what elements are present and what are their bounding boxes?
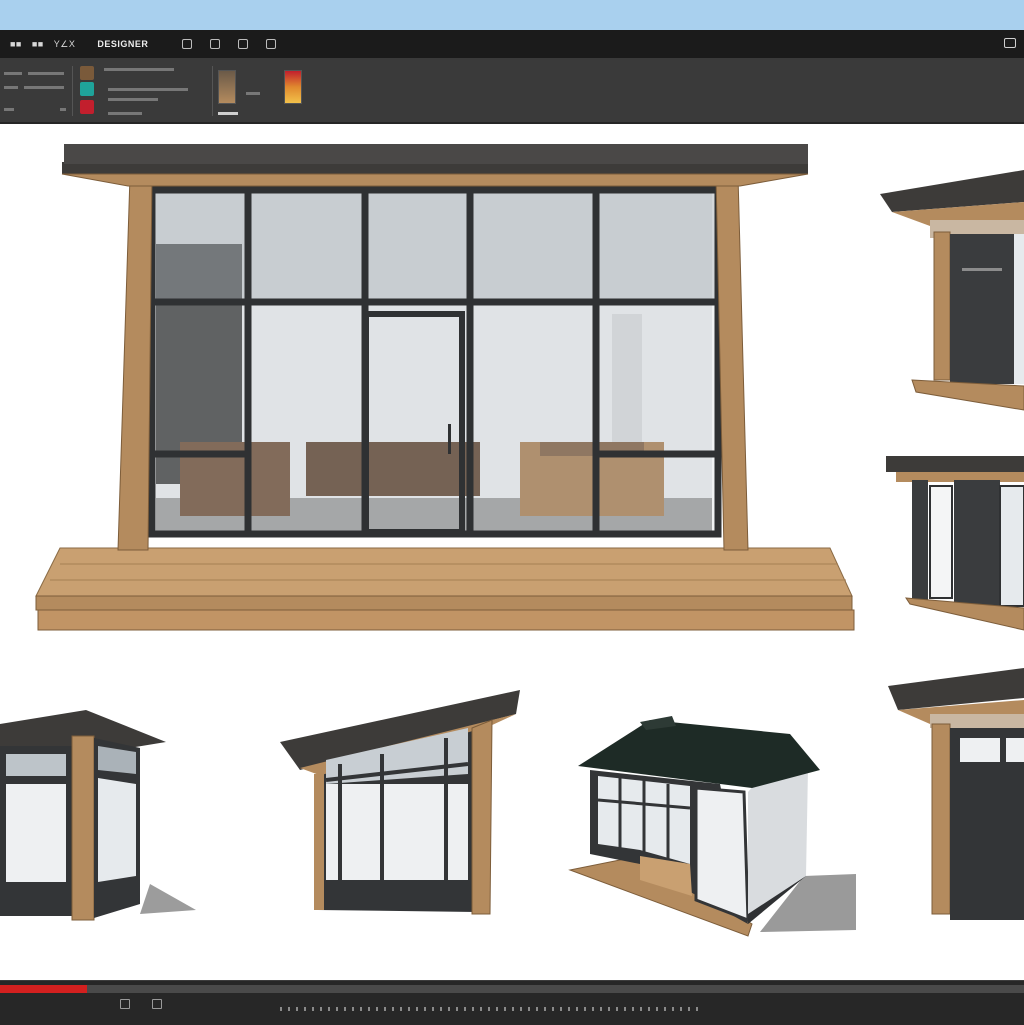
dark-wall <box>954 480 1000 606</box>
thumbnail-model-4[interactable] <box>888 668 1024 920</box>
menu-item-edit[interactable]: ■■ <box>32 39 44 49</box>
door-handle <box>448 424 451 454</box>
playback-controls <box>120 999 184 1009</box>
material-swatch-teal[interactable] <box>80 82 94 96</box>
deck <box>911 379 1024 411</box>
side-view-model-2[interactable] <box>886 456 1024 631</box>
garage-window <box>1006 738 1024 762</box>
deck-step <box>35 595 853 611</box>
menu-item-file[interactable]: ■■ <box>10 39 22 49</box>
property-slider[interactable] <box>4 108 14 111</box>
toolbar-group-properties <box>0 64 70 116</box>
toolbar-group-views <box>216 64 316 116</box>
wood-post-right <box>471 719 493 915</box>
progress-fill <box>0 985 88 993</box>
render-thumbnail[interactable] <box>284 70 302 104</box>
window-top <box>6 754 66 776</box>
door-detail <box>962 268 1002 271</box>
wood-post-left <box>117 175 153 551</box>
progress-track[interactable] <box>0 985 1024 993</box>
roof <box>886 456 1024 472</box>
material-slider[interactable] <box>108 98 158 101</box>
menu-icon-group <box>182 39 294 49</box>
front-door <box>694 786 750 923</box>
property-slider[interactable] <box>28 72 64 75</box>
roof-top <box>64 144 808 164</box>
square-icon[interactable] <box>182 39 193 49</box>
app-title: DESIGNER <box>97 39 149 49</box>
view-slider[interactable] <box>218 112 238 115</box>
glass-upper-band <box>152 190 718 300</box>
wood-post <box>933 231 951 381</box>
menu-bar: ■■ ■■ Y∠X DESIGNER <box>0 30 1024 59</box>
wood-post-left <box>314 774 324 910</box>
toolbar <box>0 58 1024 124</box>
property-slider[interactable] <box>24 86 64 89</box>
side-view-model-1[interactable] <box>880 170 1024 411</box>
desktop-background <box>0 0 1024 30</box>
layers-icon[interactable] <box>238 39 249 49</box>
wood-post <box>71 735 95 921</box>
ground-shadow <box>140 884 196 914</box>
glass-panel <box>1014 234 1024 384</box>
side-window <box>98 778 136 882</box>
property-slider[interactable] <box>4 86 18 89</box>
material-swatch-red[interactable] <box>80 100 94 114</box>
glass-panel <box>999 485 1024 607</box>
toolbar-divider <box>72 66 73 116</box>
thumbnail-model-2[interactable] <box>280 690 520 915</box>
material-slider[interactable] <box>108 88 188 91</box>
play-icon[interactable] <box>152 999 162 1009</box>
deck <box>35 547 853 597</box>
thumbnail-model-3[interactable] <box>568 716 856 937</box>
frame-icon[interactable] <box>266 39 277 49</box>
material-slider[interactable] <box>108 112 142 115</box>
deck-step <box>37 609 855 631</box>
window <box>6 784 66 882</box>
copy-icon[interactable] <box>210 39 221 49</box>
dark-column <box>912 480 928 600</box>
property-slider[interactable] <box>4 72 22 75</box>
view-slider[interactable] <box>246 92 260 95</box>
thumbnail-model-1[interactable] <box>0 710 196 921</box>
glass-panel <box>929 485 953 599</box>
model-canvas[interactable] <box>0 124 1024 980</box>
main-pavilion-model[interactable] <box>35 144 855 631</box>
wood-post <box>931 723 951 915</box>
timeline-ticks[interactable] <box>280 1007 700 1011</box>
dark-door <box>950 234 1014 384</box>
maximize-icon[interactable] <box>1004 38 1016 48</box>
model-viewport[interactable] <box>0 124 1024 980</box>
property-slider[interactable] <box>60 108 66 111</box>
toolbar-divider <box>212 66 213 116</box>
toolbar-group-materials <box>78 64 208 116</box>
menu-item-view[interactable]: Y∠X <box>54 39 76 50</box>
view-thumbnail[interactable] <box>218 70 236 104</box>
material-slider[interactable] <box>104 68 174 71</box>
timeline-bar <box>0 980 1024 1025</box>
roof-soffit <box>61 173 809 187</box>
rewind-icon[interactable] <box>120 999 130 1009</box>
garage-window <box>960 738 1000 762</box>
material-swatch-brown[interactable] <box>80 66 94 80</box>
